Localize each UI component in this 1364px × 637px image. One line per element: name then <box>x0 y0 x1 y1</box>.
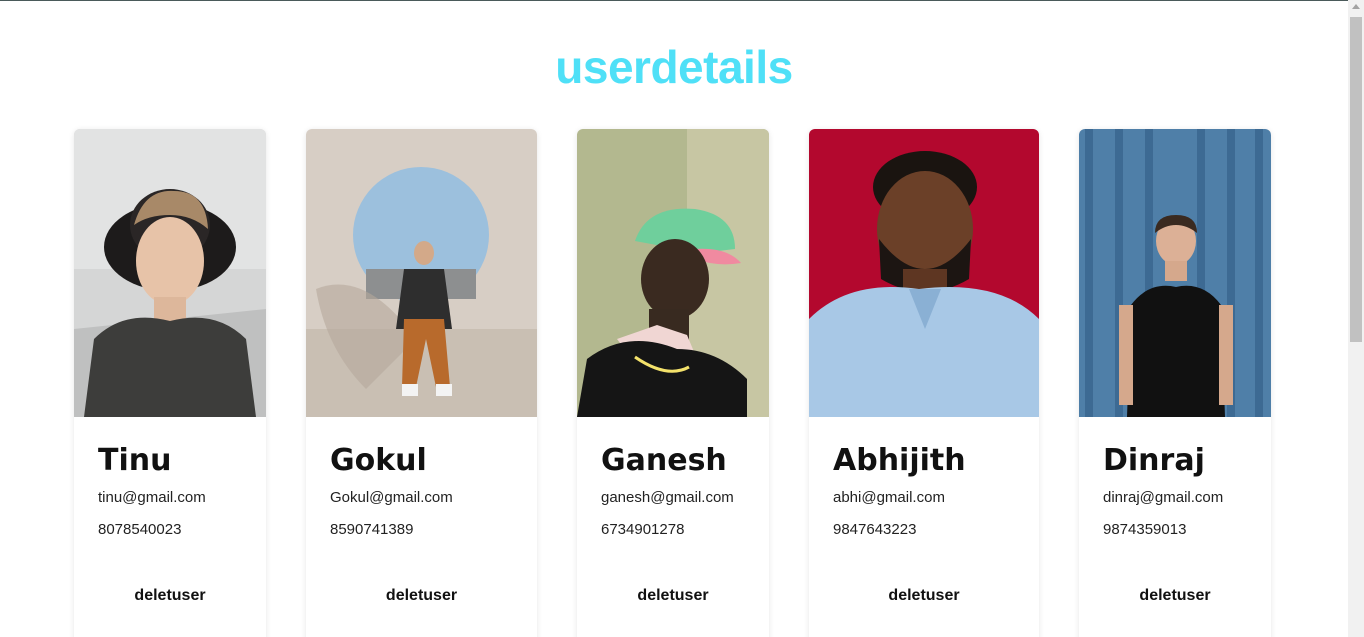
user-phone: 8078540023 <box>98 521 182 538</box>
user-card: Gokul Gokul@gmail.com 8590741389 deletus… <box>306 129 537 637</box>
page-title: userdetails <box>555 41 793 93</box>
user-email: tinu@gmail.com <box>98 489 206 506</box>
user-email: Gokul@gmail.com <box>330 489 453 506</box>
delete-user-button[interactable]: deletuser <box>306 587 537 605</box>
user-email: ganesh@gmail.com <box>601 489 734 506</box>
user-card: Dinraj dinraj@gmail.com 9874359013 delet… <box>1079 129 1271 637</box>
user-name: Dinraj <box>1103 443 1205 478</box>
user-photo <box>74 129 266 417</box>
user-email: abhi@gmail.com <box>833 489 945 506</box>
user-email: dinraj@gmail.com <box>1103 489 1224 506</box>
page: userdetails Tinu tinu@gmail.com 80785400… <box>0 0 1348 637</box>
user-phone: 9847643223 <box>833 521 917 538</box>
user-card: Abhijith abhi@gmail.com 9847643223 delet… <box>809 129 1039 637</box>
user-name: Tinu <box>98 443 172 478</box>
scrollbar-thumb[interactable] <box>1350 17 1362 342</box>
user-name: Abhijith <box>833 443 966 478</box>
delete-user-button[interactable]: deletuser <box>577 587 769 605</box>
delete-user-button[interactable]: deletuser <box>809 587 1039 605</box>
user-photo <box>306 129 537 417</box>
user-phone: 9874359013 <box>1103 521 1187 538</box>
user-photo <box>577 129 769 417</box>
vertical-scrollbar[interactable] <box>1348 0 1364 637</box>
user-phone: 6734901278 <box>601 521 685 538</box>
user-name: Gokul <box>330 443 427 478</box>
delete-user-button[interactable]: deletuser <box>74 587 266 605</box>
user-name: Ganesh <box>601 443 727 478</box>
delete-user-button[interactable]: deletuser <box>1079 587 1271 605</box>
scroll-up-arrow-icon[interactable] <box>1352 4 1360 9</box>
user-phone: 8590741389 <box>330 521 414 538</box>
user-photo <box>809 129 1039 417</box>
user-card: Tinu tinu@gmail.com 8078540023 deletuser <box>74 129 266 637</box>
user-card: Ganesh ganesh@gmail.com 6734901278 delet… <box>577 129 769 637</box>
user-photo <box>1079 129 1271 417</box>
